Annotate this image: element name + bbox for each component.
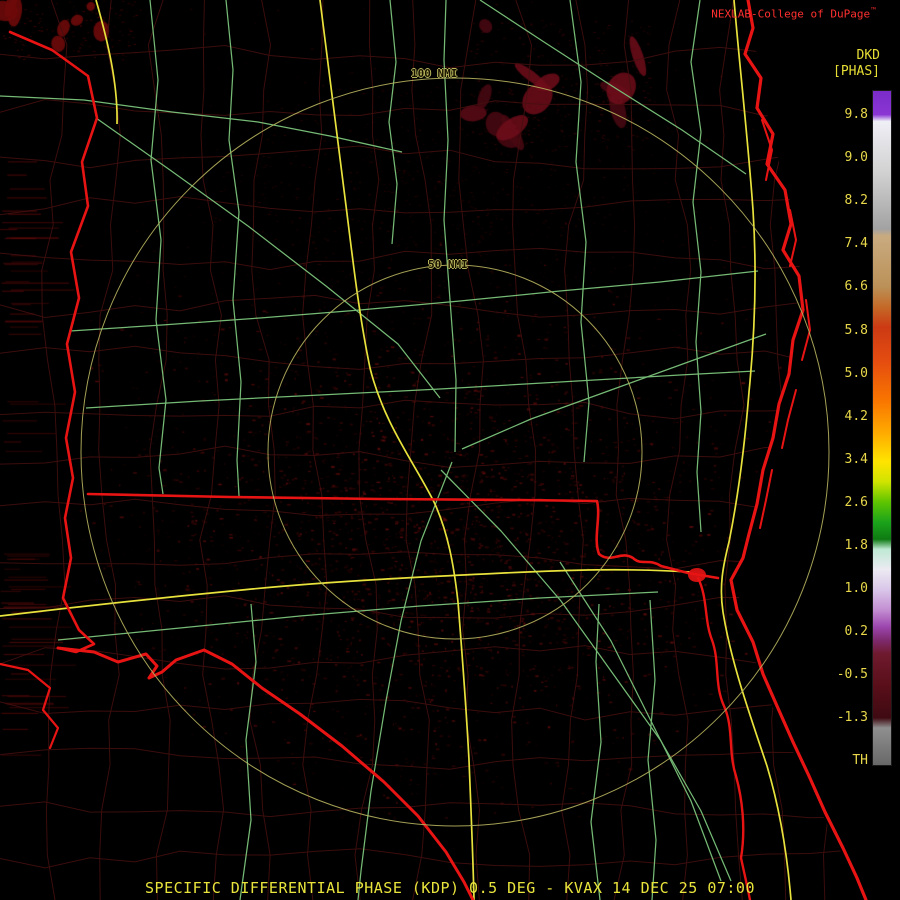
base-map bbox=[0, 0, 868, 900]
colorbar-threshold-label: TH bbox=[852, 753, 868, 768]
trademark-icon: ™ bbox=[871, 6, 876, 15]
product-info: DKD [PHAS] bbox=[800, 48, 880, 80]
radar-viewport: 100 NMI 50 NMI NEXLAB-College of DuPage™… bbox=[0, 0, 900, 900]
status-bar: SPECIFIC DIFFERENTIAL PHASE (KDP) 0.5 DE… bbox=[0, 879, 900, 897]
colorbar-tick: 8.2 bbox=[844, 193, 868, 208]
colorbar-tick: -0.5 bbox=[836, 667, 868, 682]
county-borders-layer bbox=[0, 0, 864, 900]
attribution: NEXLAB-College of DuPage™ bbox=[711, 6, 876, 21]
colorbar-tick: 1.0 bbox=[844, 581, 868, 596]
colorbar bbox=[872, 90, 892, 766]
product-title: SPECIFIC DIFFERENTIAL PHASE (KDP) 0.5 DE… bbox=[145, 879, 755, 897]
st-johns-river bbox=[696, 576, 752, 900]
range-ring-label-100: 100 NMI bbox=[411, 67, 458, 80]
colorbar-tick: 9.0 bbox=[844, 150, 868, 165]
state-borders-coast-layer bbox=[0, 0, 868, 900]
colorbar-tick: 5.8 bbox=[844, 323, 868, 338]
colorbar-tick: -1.3 bbox=[836, 710, 868, 725]
colorbar-tick: 1.8 bbox=[844, 538, 868, 553]
barrier-islands bbox=[759, 119, 811, 529]
product-units: [PHAS] bbox=[833, 64, 880, 79]
range-ring-label-50: 50 NMI bbox=[428, 258, 468, 271]
west-state-border bbox=[8, 30, 99, 654]
colorbar-tick: 2.6 bbox=[844, 495, 868, 510]
colorbar-ticks: 9.8 9.0 8.2 7.4 6.6 5.8 5.0 4.2 3.4 2.6 1.8 1.0 0.2 -… bbox=[812, 90, 868, 780]
colorbar-tick: 9.8 bbox=[844, 107, 868, 122]
jacksonville-marker bbox=[688, 568, 706, 582]
colorbar-tick: 3.4 bbox=[844, 452, 868, 467]
colorbar-tick: 7.4 bbox=[844, 236, 868, 251]
colorbar-tick: 4.2 bbox=[844, 409, 868, 424]
colorbar-tick: 0.2 bbox=[844, 624, 868, 639]
product-code: DKD bbox=[856, 48, 880, 63]
attribution-text: NEXLAB-College of DuPage bbox=[711, 7, 871, 21]
colorbar-tick: 6.6 bbox=[844, 279, 868, 294]
colorbar-tick: 5.0 bbox=[844, 366, 868, 381]
